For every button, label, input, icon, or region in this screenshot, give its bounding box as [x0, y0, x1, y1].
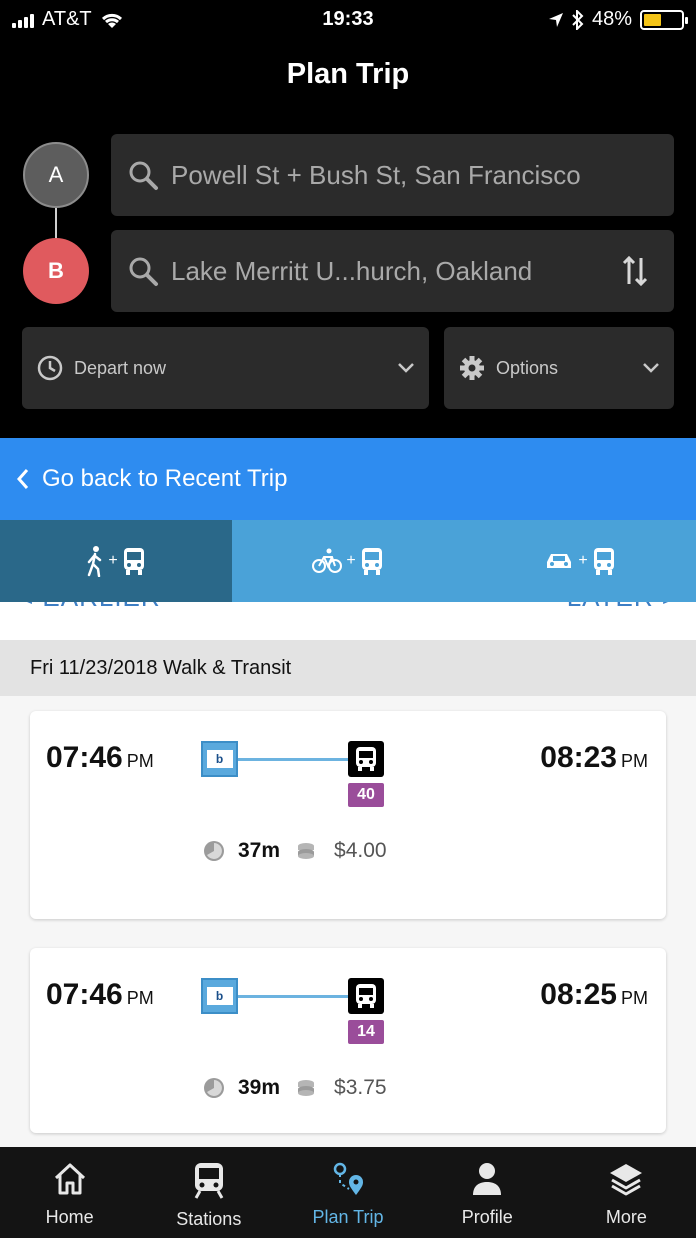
walk-icon: [88, 546, 102, 577]
bus-icon: [361, 548, 382, 575]
coins-icon: [298, 843, 315, 859]
bus-icon: [123, 548, 144, 575]
chevron-down-icon: [398, 363, 414, 373]
fare: $4.00: [334, 839, 387, 862]
date-header: Fri 11/23/2018 Walk & Transit: [0, 640, 696, 696]
gear-icon: [460, 356, 484, 380]
home-icon: [54, 1163, 85, 1195]
chevron-down-icon: [643, 363, 659, 373]
pager: < EARLIER LATER >: [0, 602, 696, 640]
tab-plan-trip-label: Plan Trip: [312, 1207, 384, 1227]
origin-field[interactable]: Powell St + Bush St, San Francisco: [111, 134, 674, 216]
tab-stations-label: Stations: [176, 1209, 242, 1229]
chevron-left-icon: [16, 469, 29, 489]
earlier-button[interactable]: < EARLIER: [18, 602, 161, 613]
route-badge: 14: [348, 1020, 384, 1044]
tab-stations[interactable]: Stations: [139, 1147, 278, 1238]
swap-icon[interactable]: [622, 254, 648, 295]
tab-bike-transit[interactable]: +: [232, 520, 464, 602]
origin-marker: A: [23, 142, 89, 208]
route-line: [238, 995, 348, 998]
plus-icon: +: [346, 552, 356, 569]
search-icon: [127, 255, 171, 287]
travel-mode-tabs: + + +: [0, 520, 696, 602]
itinerary-card[interactable]: 07:46 PM b 14 08:25 PM 39m $3.75: [30, 948, 666, 1133]
itinerary-card[interactable]: 07:46 PM b 40 08:23 PM 37m $4.00: [30, 711, 666, 919]
fare: $3.75: [334, 1076, 387, 1099]
arrive-time: 08:23 PM: [540, 741, 648, 774]
tab-home-label: Home: [45, 1207, 94, 1227]
location-arrow-icon: [548, 12, 563, 27]
bart-icon: b: [201, 978, 238, 1014]
bus-icon: [348, 741, 384, 777]
bus-icon: [348, 978, 384, 1014]
destination-text: Lake Merritt U...hurch, Oakland: [171, 255, 533, 286]
battery-icon: [640, 9, 688, 30]
options-label: Options: [496, 357, 559, 378]
destination-field[interactable]: Lake Merritt U...hurch, Oakland: [111, 230, 674, 312]
duration-icon: [204, 1078, 224, 1098]
bart-icon: b: [201, 741, 238, 777]
profile-icon: [473, 1163, 502, 1195]
tab-car-transit[interactable]: +: [464, 520, 696, 602]
origin-text: Powell St + Bush St, San Francisco: [171, 159, 581, 190]
later-button[interactable]: LATER >: [567, 602, 678, 613]
status-bar: AT&T 19:33 48%: [0, 0, 696, 40]
duration: 37m: [238, 839, 281, 862]
tab-plan-trip[interactable]: Plan Trip: [278, 1147, 417, 1238]
search-icon: [127, 159, 171, 191]
duration-icon: [204, 841, 224, 861]
go-back-banner[interactable]: Go back to Recent Trip: [0, 438, 696, 520]
depart-time: 07:46 PM: [46, 741, 154, 774]
trip-results: < EARLIER LATER > Fri 11/23/2018 Walk & …: [0, 602, 696, 1147]
route-badge: 40: [348, 783, 384, 807]
layers-icon: [610, 1164, 643, 1196]
depart-label: Depart now: [74, 357, 167, 378]
clock-icon: [37, 355, 63, 381]
bus-icon: [593, 548, 614, 575]
plus-icon: +: [108, 552, 118, 569]
tab-more[interactable]: More: [557, 1147, 696, 1238]
tab-walk-transit[interactable]: +: [0, 520, 232, 602]
route-line: [238, 758, 348, 761]
options-dropdown[interactable]: Options: [444, 327, 674, 409]
arrive-time: 08:25 PM: [540, 978, 648, 1011]
tab-profile-label: Profile: [461, 1207, 513, 1227]
tab-home[interactable]: Home: [0, 1147, 139, 1238]
depart-time: 07:46 PM: [46, 978, 154, 1011]
bicycle-icon: [312, 548, 343, 573]
tab-profile[interactable]: Profile: [418, 1147, 557, 1238]
bluetooth-icon: [572, 9, 584, 30]
battery-percent: 48%: [591, 8, 632, 30]
depart-time-dropdown[interactable]: Depart now: [22, 327, 429, 409]
route-connector: [55, 208, 57, 238]
tab-more-label: More: [605, 1207, 647, 1227]
destination-marker: B: [23, 238, 89, 304]
page-title: Plan Trip: [286, 58, 410, 90]
route-pin-icon: [333, 1162, 363, 1195]
plus-icon: +: [578, 552, 588, 569]
duration: 39m: [238, 1076, 281, 1099]
train-icon: [194, 1163, 224, 1199]
car-icon: [547, 554, 572, 568]
coins-icon: [298, 1080, 315, 1096]
bottom-tab-bar: Home Stations Plan Trip Profile More: [0, 1147, 696, 1238]
go-back-label: Go back to Recent Trip: [42, 465, 288, 492]
